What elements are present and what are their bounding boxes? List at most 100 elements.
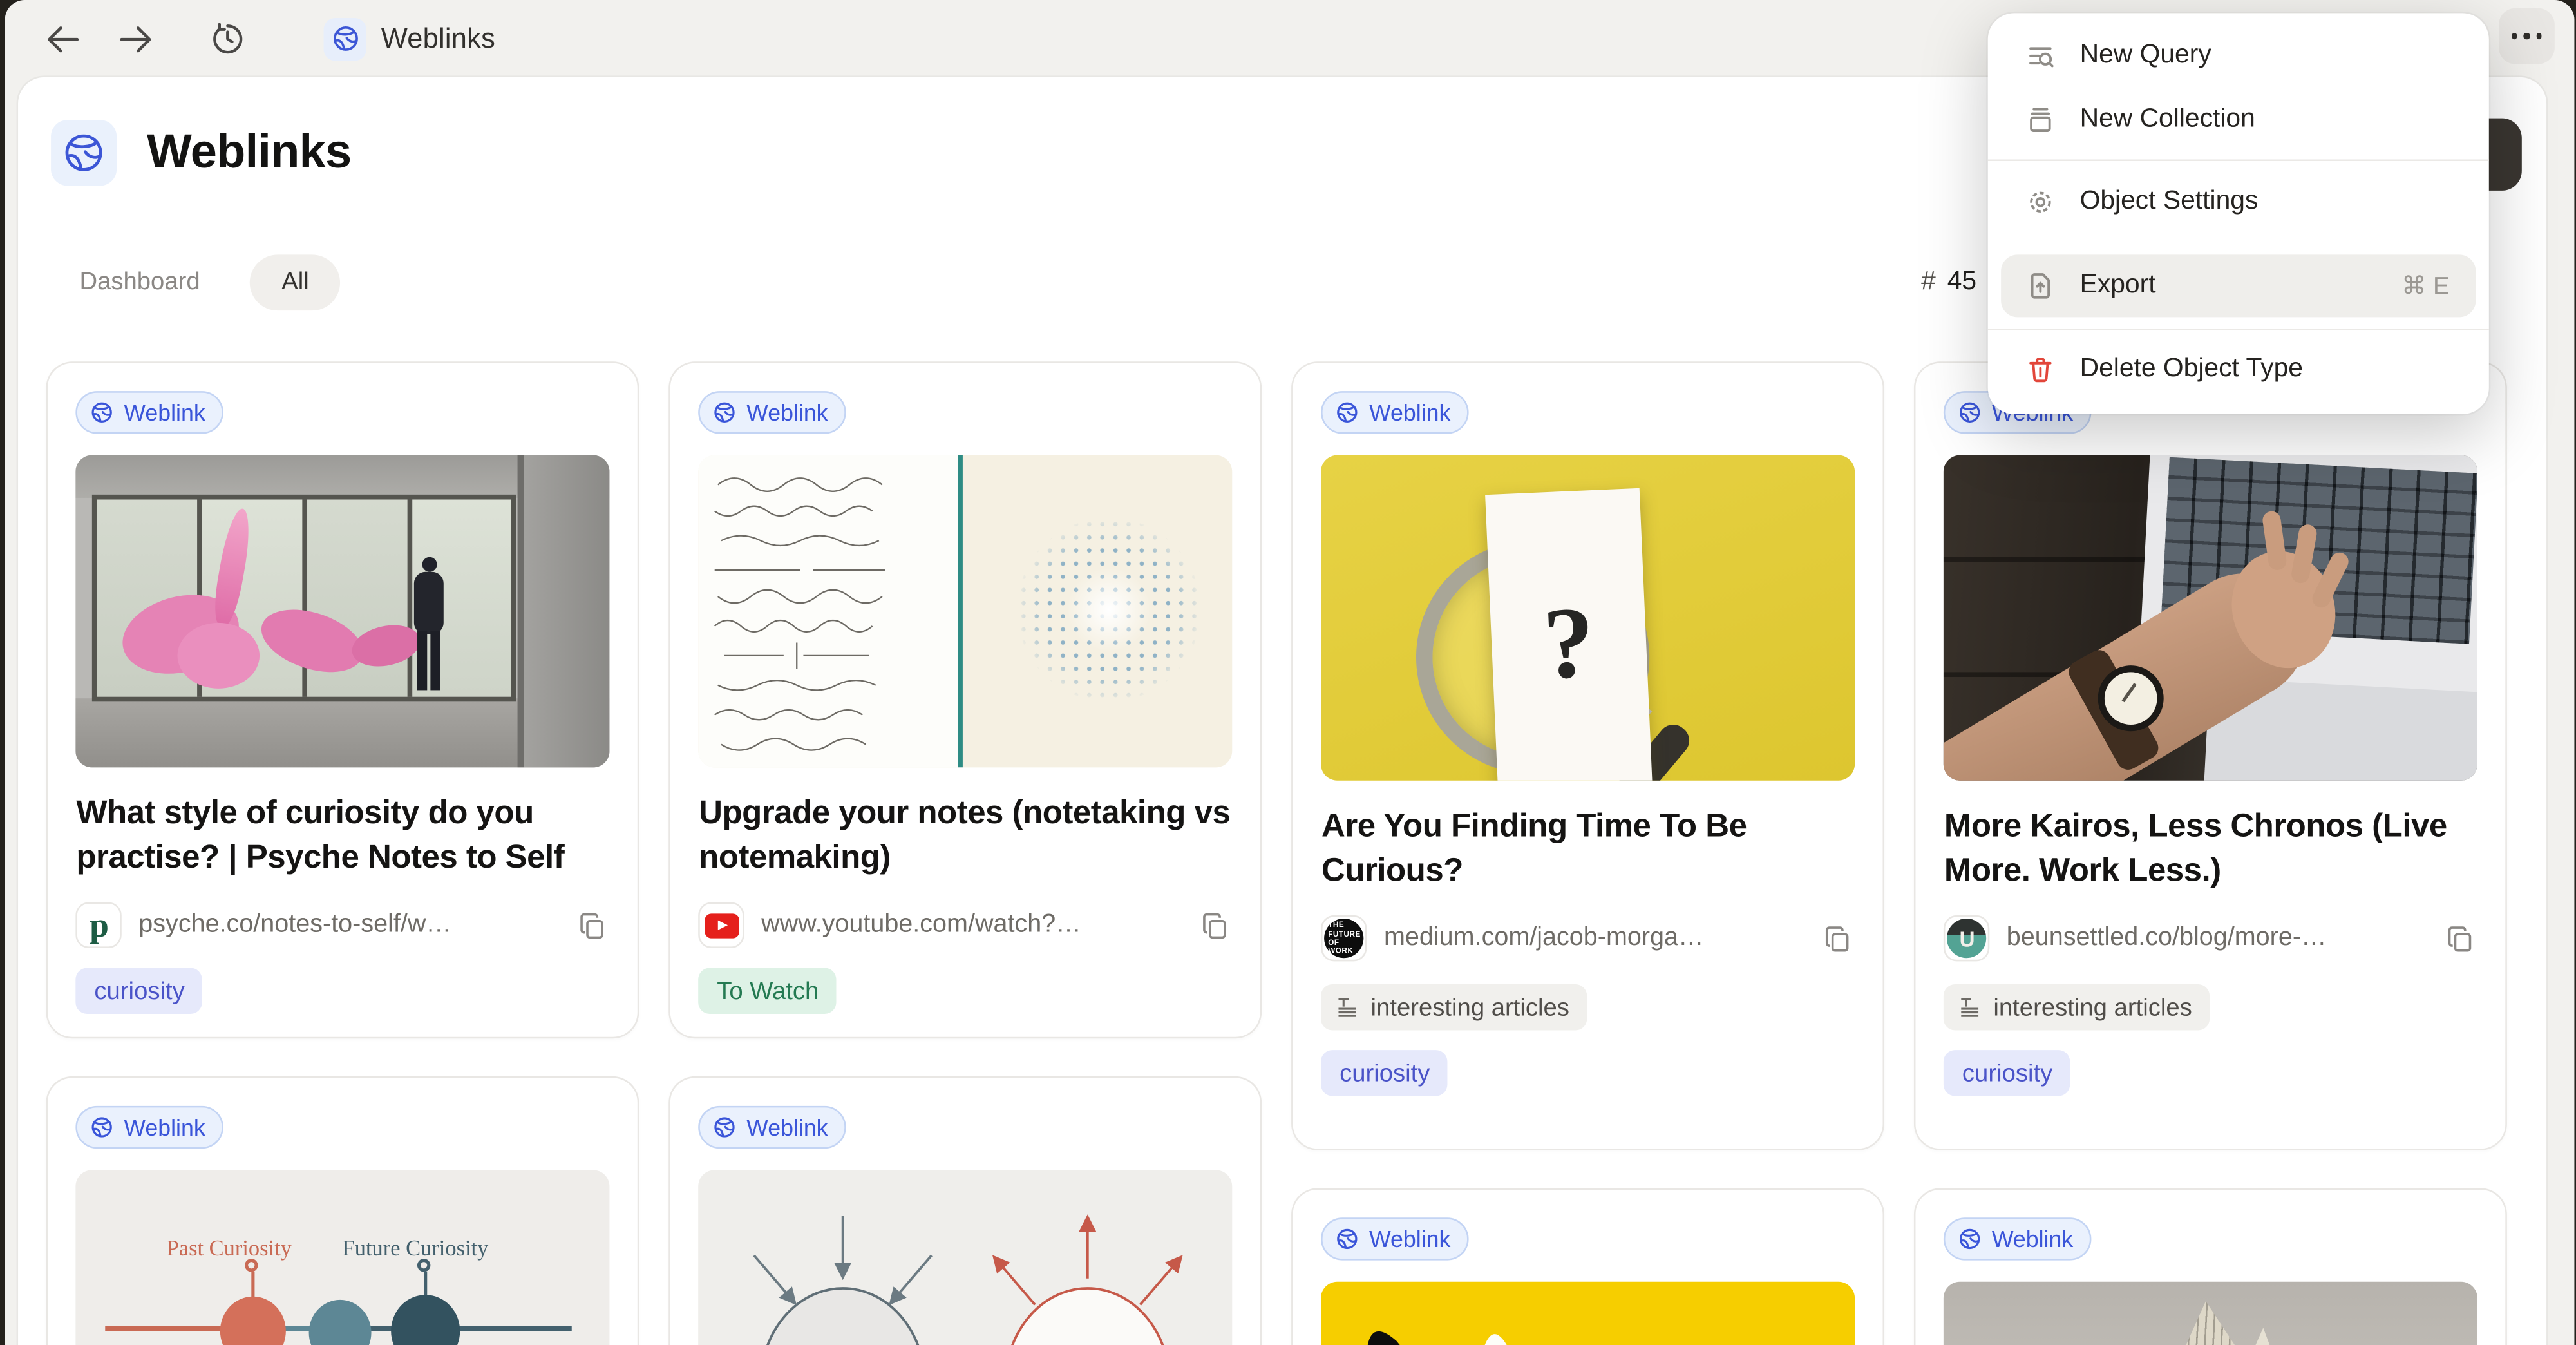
copy-icon[interactable]: [579, 912, 607, 948]
tag-curiosity[interactable]: curiosity: [1321, 1050, 1448, 1096]
badge-label: Weblink: [746, 1114, 828, 1141]
site-favicon: U: [1944, 915, 1990, 961]
url-row: U beunsettled.co/blog/more-…: [1944, 915, 2478, 961]
weblink-card[interactable]: Weblink: [669, 361, 1262, 1038]
menu-item-export[interactable]: Export ⌘ E: [2001, 254, 2476, 317]
tab-weblinks[interactable]: Weblinks: [324, 17, 496, 60]
collection-chip[interactable]: interesting articles: [1944, 984, 2210, 1030]
object-type-icon[interactable]: [52, 120, 117, 186]
card-title: What style of curiosity do you practise?…: [76, 792, 610, 881]
type-badge[interactable]: Weblink: [1321, 1217, 1468, 1260]
badge-label: Weblink: [1369, 1226, 1450, 1252]
menu-item-delete-object-type[interactable]: Delete Object Type: [1988, 339, 2489, 401]
more-options-button[interactable]: [2499, 8, 2555, 64]
globe-icon: [91, 401, 114, 424]
tag-row: curiosity: [1321, 1050, 1855, 1096]
page-header: Weblinks: [52, 120, 351, 186]
copy-icon[interactable]: [1202, 912, 1229, 948]
globe-icon: [1336, 1228, 1359, 1251]
card-image: [1944, 1282, 2478, 1345]
collection-chip[interactable]: interesting articles: [1321, 984, 1587, 1030]
weblink-card[interactable]: Weblink Past Curiosity Future Curiosity: [46, 1076, 639, 1345]
tag-to-watch[interactable]: To Watch: [699, 968, 837, 1014]
relation-row: interesting articles: [1321, 984, 1855, 1030]
type-badge[interactable]: Weblink: [76, 1106, 223, 1149]
globe-icon: [91, 1116, 114, 1139]
menu-item-object-settings[interactable]: Object Settings: [1988, 171, 2489, 233]
weblink-card[interactable]: Weblink: [1915, 1188, 2508, 1345]
globe-icon: [1959, 1228, 1982, 1251]
globe-icon: [1959, 401, 1982, 424]
tag-curiosity[interactable]: curiosity: [1944, 1050, 2070, 1096]
site-favicon: THEFUTUREOF WORK: [1321, 915, 1367, 961]
card-url[interactable]: www.youtube.com/watch?…: [761, 910, 1081, 940]
object-type-menu: New Query New Collection Object Settings: [1988, 13, 2489, 414]
object-counter: # 45: [1921, 254, 1976, 310]
trash-icon: [2024, 355, 2057, 385]
badge-label: Weblink: [746, 399, 828, 426]
tag-row: curiosity: [1944, 1050, 2478, 1096]
beunsettled-logo: U: [1947, 919, 1987, 958]
menu-item-new-query[interactable]: New Query: [1988, 24, 2489, 87]
app-window: Weblinks Weblinks Dashboard All # 45: [5, 0, 2575, 1345]
page-title: Weblinks: [147, 126, 351, 180]
badge-label: Weblink: [1992, 1226, 2073, 1252]
site-favicon: p: [76, 902, 122, 948]
paper-boat: [2149, 1295, 2265, 1345]
card-image: [1321, 1282, 1855, 1345]
tag-row: curiosity: [76, 968, 610, 1014]
card-url[interactable]: medium.com/jacob-morga…: [1384, 924, 1704, 953]
tag-row: To Watch: [699, 968, 1233, 1014]
weblink-card[interactable]: Weblink What style of curiosity do you p…: [46, 361, 639, 1038]
type-badge[interactable]: Weblink: [699, 1106, 846, 1149]
gear-icon: [2024, 187, 2057, 217]
text-object-icon: [1959, 996, 1982, 1019]
hash-icon: #: [1921, 268, 1936, 298]
shortcut-label: ⌘ E: [2401, 271, 2449, 301]
object-count: 45: [1947, 268, 1976, 298]
card-url[interactable]: psyche.co/notes-to-self/w…: [138, 910, 451, 940]
card-image: ?: [1321, 455, 1855, 781]
type-badge[interactable]: Weblink: [1321, 391, 1468, 434]
card-url[interactable]: beunsettled.co/blog/more-…: [2007, 924, 2327, 953]
type-badge[interactable]: Weblink: [1944, 1217, 2091, 1260]
view-tab-all[interactable]: All: [251, 254, 340, 310]
tag-curiosity[interactable]: curiosity: [76, 968, 202, 1014]
weblink-card[interactable]: Weblink: [669, 1076, 1262, 1345]
card-image: EXTRINSIC MOTIVATION INTRINSIC MOTIVATIO…: [699, 1170, 1233, 1345]
card-title: Are You Finding Time To Be Curious?: [1321, 805, 1855, 894]
relation-row: interesting articles: [1944, 984, 2478, 1030]
view-tab-dashboard[interactable]: Dashboard: [79, 254, 200, 310]
arrow-right-icon: [119, 26, 150, 52]
menu-divider: [1988, 159, 2489, 161]
history-icon: [211, 23, 242, 54]
url-row: p psyche.co/notes-to-self/w…: [76, 902, 610, 948]
back-button[interactable]: [35, 11, 91, 67]
forward-button[interactable]: [107, 11, 163, 67]
card-title: More Kairos, Less Chronos (Live More. Wo…: [1944, 805, 2478, 894]
type-badge[interactable]: Weblink: [76, 391, 223, 434]
badge-label: Weblink: [1369, 399, 1450, 426]
card-image: [1944, 455, 2478, 781]
history-button[interactable]: [199, 11, 255, 67]
globe-icon: [324, 17, 366, 60]
badge-label: Weblink: [124, 1114, 205, 1141]
question-card: ?: [1486, 488, 1653, 781]
timeline-node: [221, 1297, 287, 1345]
copy-icon[interactable]: [1824, 925, 1852, 961]
query-icon: [2024, 41, 2057, 71]
weblink-card[interactable]: Weblink: [1292, 1188, 1885, 1345]
copy-icon[interactable]: [2447, 925, 2474, 961]
card-image: [699, 455, 1233, 768]
weblink-card[interactable]: Weblink More Kairos, Less Chronos (Live …: [1915, 361, 2508, 1150]
type-badge[interactable]: Weblink: [699, 391, 846, 434]
card-image: [76, 455, 610, 768]
card-image: Past Curiosity Future Curiosity: [76, 1170, 610, 1345]
menu-item-new-collection[interactable]: New Collection: [1988, 89, 2489, 151]
timeline-label-future: Future Curiosity: [343, 1235, 489, 1262]
math-scribbles: [699, 455, 961, 768]
export-icon: [2024, 271, 2057, 301]
weblink-card[interactable]: Weblink ? Are You Finding Time To Be Cur…: [1292, 361, 1885, 1150]
globe-icon: [714, 401, 737, 424]
url-row: THEFUTUREOF WORK medium.com/jacob-morga…: [1321, 915, 1855, 961]
